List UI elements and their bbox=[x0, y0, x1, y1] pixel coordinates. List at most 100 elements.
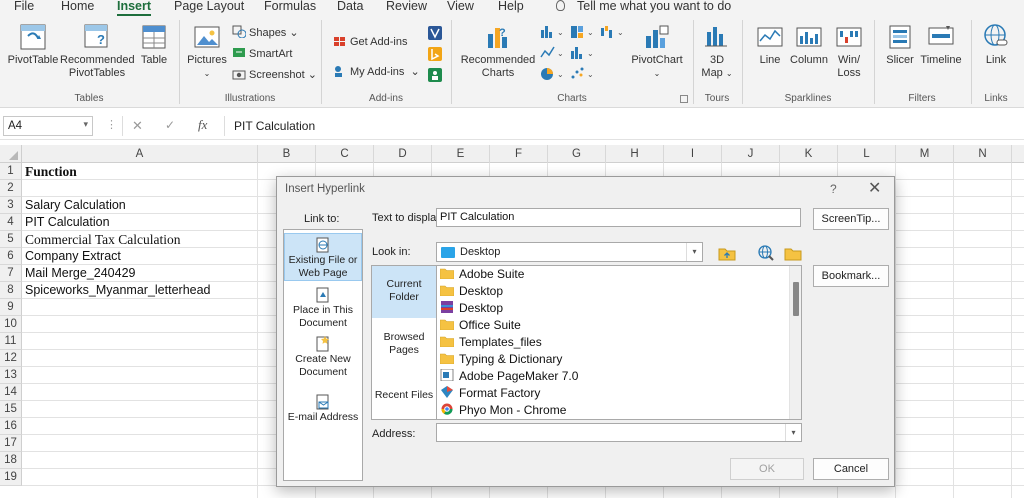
bookmark-button[interactable]: Bookmark... bbox=[813, 265, 889, 287]
column-header[interactable]: E bbox=[432, 145, 490, 163]
confirm-entry-icon[interactable]: ✓ bbox=[165, 118, 175, 132]
file-list-item[interactable]: Adobe PageMaker 7.0 bbox=[440, 368, 578, 385]
cell-a3[interactable]: Salary Calculation bbox=[25, 197, 126, 214]
timeline-button[interactable]: Timeline bbox=[918, 22, 964, 67]
link-email-address[interactable]: E-mail Address bbox=[284, 390, 362, 430]
recommended-charts-button[interactable]: ? Recommended Charts bbox=[458, 22, 538, 80]
row-header[interactable]: 12 bbox=[0, 350, 22, 367]
link-create-new-document[interactable]: Create New Document bbox=[284, 332, 362, 380]
look-in-select[interactable]: Desktop ▾ bbox=[436, 242, 703, 262]
line-chart-dropdown-icon[interactable]: ⌄ bbox=[540, 45, 566, 61]
hierarchy-chart-dropdown-icon[interactable]: ⌄ bbox=[570, 24, 596, 40]
pictures-button[interactable]: Pictures ⌄ bbox=[186, 22, 228, 80]
row-header[interactable]: 15 bbox=[0, 401, 22, 418]
up-one-folder-icon[interactable] bbox=[716, 242, 738, 262]
row-header[interactable]: 17 bbox=[0, 435, 22, 452]
row-header[interactable]: 10 bbox=[0, 316, 22, 333]
cancel-entry-icon[interactable]: ✕ bbox=[132, 118, 143, 134]
cell-a6[interactable]: Company Extract bbox=[25, 248, 121, 265]
column-header[interactable]: N bbox=[954, 145, 1012, 163]
column-header[interactable]: B bbox=[258, 145, 316, 163]
menu-help[interactable]: Help bbox=[498, 0, 524, 13]
row-header[interactable]: 3 bbox=[0, 197, 22, 214]
file-list-item[interactable]: Adobe Suite bbox=[439, 266, 524, 283]
file-list-item[interactable]: Phyo Mon - Chrome bbox=[440, 402, 566, 419]
place-recent-files[interactable]: Recent Files bbox=[372, 372, 436, 420]
sparkline-column-button[interactable]: Column bbox=[788, 22, 830, 67]
column-header[interactable]: K bbox=[780, 145, 838, 163]
place-current-folder[interactable]: Current Folder bbox=[372, 266, 436, 318]
tell-me-box[interactable]: Tell me what you want to do bbox=[556, 0, 731, 13]
pivotchart-button[interactable]: PivotChart ⌄ bbox=[628, 22, 686, 80]
row-header[interactable]: 8 bbox=[0, 282, 22, 299]
file-list[interactable]: Adobe Suite Desktop Desktop Office Suite Tem… bbox=[436, 265, 802, 420]
menu-file[interactable]: File bbox=[14, 0, 34, 13]
slicer-button[interactable]: Slicer bbox=[882, 22, 918, 67]
screenshot-button[interactable]: Screenshot ⌄ bbox=[232, 67, 317, 81]
row-header[interactable]: 16 bbox=[0, 418, 22, 435]
address-input[interactable]: ▾ bbox=[436, 423, 802, 442]
menu-data[interactable]: Data bbox=[337, 0, 363, 13]
row-header[interactable]: 2 bbox=[0, 180, 22, 197]
link-button[interactable]: Link bbox=[978, 22, 1014, 67]
ok-button[interactable]: OK bbox=[730, 458, 804, 480]
cancel-button[interactable]: Cancel bbox=[813, 458, 889, 480]
recommended-pivottables-button[interactable]: ? Recommended PivotTables bbox=[60, 22, 135, 80]
scroll-thumb[interactable] bbox=[793, 282, 799, 316]
table-button[interactable]: Table bbox=[136, 22, 172, 67]
smartart-button[interactable]: SmartArt bbox=[232, 46, 292, 60]
place-browsed-pages[interactable]: Browsed Pages bbox=[372, 319, 436, 371]
file-list-scrollbar[interactable] bbox=[789, 266, 801, 419]
column-header[interactable]: H bbox=[606, 145, 664, 163]
row-header[interactable]: 7 bbox=[0, 265, 22, 282]
text-to-display-input[interactable]: PIT Calculation bbox=[436, 208, 801, 227]
insert-function-icon[interactable]: fx bbox=[198, 117, 207, 133]
column-header[interactable]: I bbox=[664, 145, 722, 163]
file-list-item[interactable]: Desktop bbox=[439, 283, 503, 300]
row-header[interactable]: 14 bbox=[0, 384, 22, 401]
pivottable-button[interactable]: PivotTable bbox=[6, 22, 60, 67]
name-box[interactable]: A4 ▾ bbox=[3, 116, 93, 136]
charts-dialog-launcher[interactable] bbox=[680, 95, 688, 103]
link-place-in-document[interactable]: Place in This Document bbox=[284, 283, 362, 331]
column-header[interactable]: L bbox=[838, 145, 896, 163]
formula-input[interactable]: PIT Calculation bbox=[224, 116, 1021, 136]
close-icon[interactable]: ✕ bbox=[868, 178, 881, 198]
column-header[interactable]: A bbox=[22, 145, 258, 163]
column-header[interactable]: M bbox=[896, 145, 954, 163]
column-header[interactable]: F bbox=[490, 145, 548, 163]
column-header[interactable]: C bbox=[316, 145, 374, 163]
scatter-chart-dropdown-icon[interactable]: ⌄ bbox=[570, 66, 596, 82]
more-dots-icon[interactable]: ⋮ bbox=[106, 118, 117, 131]
row-header[interactable]: 5 bbox=[0, 231, 22, 248]
pie-chart-dropdown-icon[interactable]: ⌄ bbox=[540, 66, 566, 82]
column-header[interactable]: G bbox=[548, 145, 606, 163]
screentip-button[interactable]: ScreenTip... bbox=[813, 208, 889, 230]
sparkline-winloss-button[interactable]: Win/ Loss bbox=[832, 22, 866, 80]
column-chart-dropdown-icon[interactable]: ⌄ bbox=[540, 24, 566, 40]
menu-insert[interactable]: Insert bbox=[117, 0, 152, 16]
bing-maps-icon[interactable] bbox=[427, 46, 443, 62]
browse-web-icon[interactable] bbox=[755, 242, 777, 262]
file-list-item[interactable]: Office Suite bbox=[439, 317, 521, 334]
row-header[interactable]: 6 bbox=[0, 248, 22, 265]
statistic-chart-dropdown-icon[interactable]: ⌄ bbox=[570, 45, 596, 61]
3d-map-button[interactable]: 3D Map ⌄ bbox=[697, 22, 737, 80]
cell-a8[interactable]: Spiceworks_Myanmar_letterhead bbox=[25, 282, 211, 299]
file-list-item[interactable]: Typing & Dictionary bbox=[439, 351, 562, 368]
cell-a1[interactable]: Function bbox=[25, 163, 77, 180]
link-existing-file[interactable]: Existing File or Web Page bbox=[284, 233, 362, 281]
visio-addin-icon[interactable] bbox=[427, 25, 443, 41]
cell-a4[interactable]: PIT Calculation bbox=[25, 214, 110, 231]
menu-home[interactable]: Home bbox=[61, 0, 94, 13]
menu-review[interactable]: Review bbox=[386, 0, 427, 13]
my-addins-button[interactable]: My Add-ins ⌄ bbox=[333, 64, 420, 78]
sparkline-line-button[interactable]: Line bbox=[752, 22, 788, 67]
get-addins-button[interactable]: Get Add-ins bbox=[333, 34, 407, 48]
row-header[interactable]: 9 bbox=[0, 299, 22, 316]
row-header[interactable]: 13 bbox=[0, 367, 22, 384]
menu-page-layout[interactable]: Page Layout bbox=[174, 0, 244, 13]
row-header[interactable]: 19 bbox=[0, 469, 22, 486]
column-header[interactable]: D bbox=[374, 145, 432, 163]
row-header[interactable]: 11 bbox=[0, 333, 22, 350]
